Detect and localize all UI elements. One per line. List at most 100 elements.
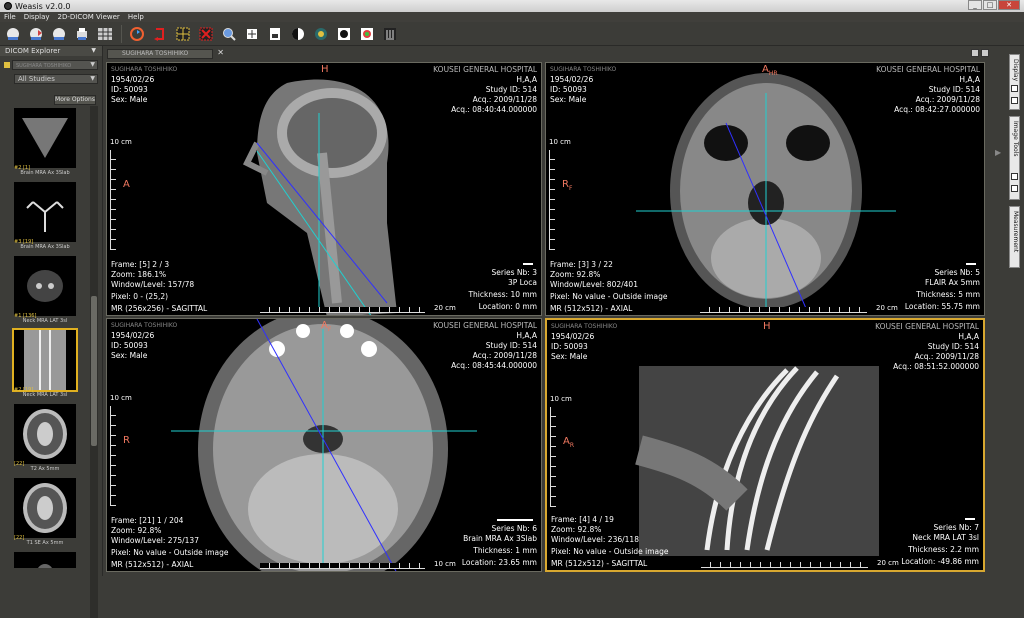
thumbnail-item[interactable]: #2 [19] Neck MRA LAT 3sl [12,328,78,404]
thumbnail-label: Neck MRA LAT 3sl [22,392,68,398]
vertical-scale [550,407,556,507]
hospital-name: KOUSEI GENERAL HOSPITAL [875,322,979,331]
patient-id: ID: 50093 [111,85,148,94]
patient-id: ID: 50093 [551,342,588,351]
studies-select[interactable]: All Studies ▼ [14,73,98,84]
study-code: H,A,A [958,332,979,341]
image-viewport[interactable]: SUGIHARA TOSHIHIKO 1954/02/26 ID: 50093 Sex… [106,62,542,316]
menu-bar: File Display 2D-DICOM Viewer Help [0,12,1024,22]
zoom-icon[interactable] [220,25,238,43]
thumbnail-scrollbar[interactable] [90,106,98,618]
window-level-info: Window/Level: 802/401 [550,280,638,289]
window-level-info: Window/Level: 275/137 [111,536,199,545]
vertical-scale-label: 10 cm [549,138,571,146]
crosshair-icon[interactable] [174,25,192,43]
maximize-view-icon[interactable] [981,49,989,57]
acquisition-time: Acq.: 08:45:44.000000 [451,361,537,370]
chevron-down-icon[interactable]: ▼ [91,46,96,56]
thumbnail-item[interactable]: #3 [19] Brain MRA Ax 3Slab [12,182,78,256]
frame-info: Frame: [5] 2 / 3 [111,260,170,269]
thumbnail-label: Neck MRA LAT 3sl [22,318,68,324]
layout-grid-icon[interactable] [96,25,114,43]
contrast-icon[interactable] [289,25,307,43]
hospital-name: KOUSEI GENERAL HOSPITAL [876,65,980,74]
tab-display[interactable]: Display [1009,54,1020,110]
orientation-left: R [123,435,130,446]
color-lut-icon[interactable] [358,25,376,43]
import-dicom-icon[interactable] [27,25,45,43]
more-options-button[interactable]: More Options [54,95,96,105]
image-viewport[interactable]: SUGIHARA TOSHIHIKO 1954/02/26 ID: 50093 Sex… [545,318,985,572]
invert-icon[interactable] [335,25,353,43]
thumbnail-item[interactable] [12,552,78,568]
horizontal-scale-label: 10 cm [434,560,456,568]
menu-help[interactable]: Help [128,13,144,21]
hospital-name: KOUSEI GENERAL HOSPITAL [433,65,537,74]
frame-info: Frame: [21] 1 / 204 [111,516,184,525]
window-title: Weasis v2.0.0 [15,1,71,11]
image-viewport[interactable]: SUGIHARA TOSHIHIKO 1954/02/26 ID: 50093 Sex… [106,318,542,572]
study-code: H,A,A [516,75,537,84]
pan-icon[interactable] [243,25,261,43]
minimize-button[interactable]: _ [968,0,982,10]
print-icon[interactable] [73,25,91,43]
dicom-explorer-panel: DICOM Explorer ▼ SUGIHARA TOSHIHIKO ▼ All … [0,46,103,618]
title-bar: Weasis v2.0.0 _ □ ✕ [0,0,1024,12]
slice-location: Location: 23.65 mm [461,558,537,567]
scrollbar-thumb[interactable] [91,296,97,446]
close-button[interactable]: ✕ [998,0,1020,10]
filter-icon[interactable] [381,25,399,43]
tab-measurement[interactable]: Measurement [1009,206,1020,268]
thumbnail-item[interactable]: [22] T1 SE Ax 5mm [12,478,78,552]
thumbnail-image [14,256,76,316]
window-indicator [965,518,975,520]
tab-viewer[interactable]: SUGIHARA TOSHIHIKO ✕ [107,49,224,59]
horizontal-scale-label: 20 cm [876,304,898,312]
vertical-scale [110,406,116,506]
study-code: H,A,A [959,75,980,84]
lut-icon[interactable] [312,25,330,43]
main-toolbar [0,22,1024,46]
menu-dicom-viewer[interactable]: 2D-DICOM Viewer [58,13,120,21]
menu-display[interactable]: Display [24,13,50,21]
tab-image-tools[interactable]: Image Tools [1009,116,1020,200]
thumbnail-image [12,328,78,392]
acquisition-date: Acq.: 2009/11/28 [914,352,979,361]
synchronize-icon[interactable] [128,25,146,43]
thumbnail-item[interactable]: [22] T2 Ax 5mm [12,404,78,478]
acquisition-date: Acq.: 2009/11/28 [472,95,537,104]
open-dicom-icon[interactable] [4,25,22,43]
horizontal-scale-label: 20 cm [434,304,456,312]
panel-header: DICOM Explorer ▼ [0,46,102,56]
zoom-info: Zoom: 186.1% [111,270,167,279]
delete-icon[interactable] [197,25,215,43]
thumbnail-item[interactable]: #1 [136] Neck MRA LAT 3sl [12,256,78,330]
menu-file[interactable]: File [4,13,16,21]
frame-info: Frame: [4] 4 / 19 [551,515,614,524]
slice-thickness: Thickness: 10 mm [468,290,537,299]
save-icon[interactable] [266,25,284,43]
export-dicom-icon[interactable] [50,25,68,43]
series-number: Series Nb: 6 [491,524,537,533]
thumbnail-label: Brain MRA Ax 3Slab [20,244,70,250]
thumbnail-item[interactable]: #2 [1] Brain MRA Ax 3Slab [12,108,78,182]
acquisition-date: Acq.: 2009/11/28 [472,351,537,360]
thumbnail-label: T1 SE Ax 5mm [26,540,64,546]
layout-icon[interactable] [971,49,979,57]
orientation-left: RF [562,179,573,193]
collapse-arrow-icon[interactable]: ▶ [995,148,1001,157]
pixel-info: Pixel: No value - Outside image [111,548,229,557]
window-level-info: Window/Level: 157/78 [111,280,195,289]
series-number: Series Nb: 3 [491,268,537,277]
orientation-top: AHR [762,64,778,78]
panel-title: DICOM Explorer [5,47,61,55]
maximize-button[interactable]: □ [983,0,997,10]
reset-icon[interactable] [151,25,169,43]
close-tab-icon[interactable]: ✕ [217,49,224,57]
patient-sex: Sex: Male [550,95,587,104]
acquisition-time: Acq.: 08:51:52.000000 [893,362,979,371]
image-viewport[interactable]: SUGIHARA TOSHIHIKO 1954/02/26 ID: 50093 Sex… [545,62,985,316]
thumbnail-image [14,108,76,168]
zoom-info: Zoom: 92.8% [551,525,602,534]
patient-select[interactable]: SUGIHARA TOSHIHIKO ▼ [12,59,98,70]
